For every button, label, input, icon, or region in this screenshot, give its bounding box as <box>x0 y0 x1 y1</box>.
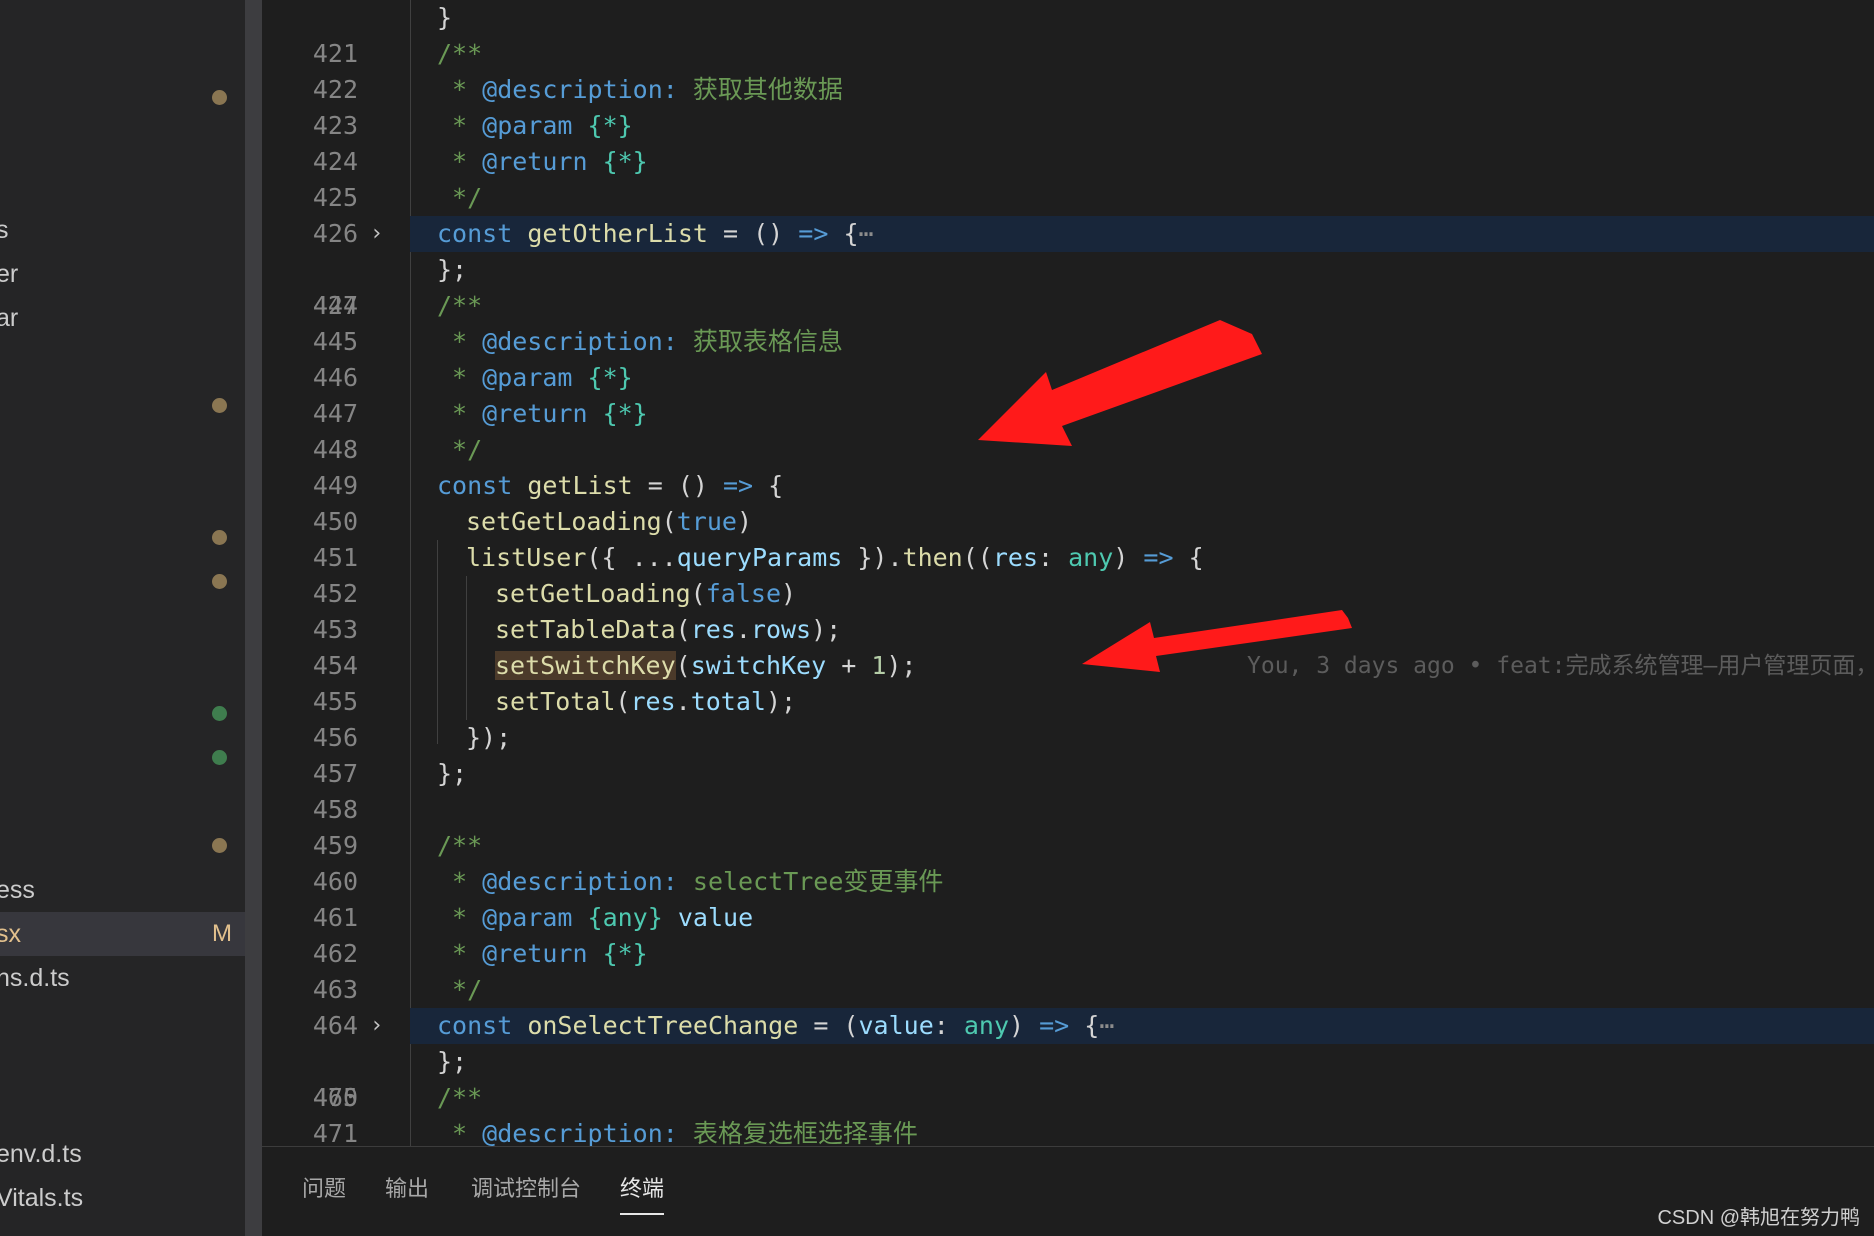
git-status-dot <box>212 90 227 105</box>
explorer-sidebar: s er ar ess sx M ns.d.ts env.d.ts Vitals… <box>0 0 245 1236</box>
explorer-item-selected[interactable]: sx M <box>0 912 245 956</box>
code-line: 462 * @param {any} value <box>312 903 754 968</box>
code-line: 470 }; <box>312 1047 468 1112</box>
code-line: 421 } <box>312 3 453 68</box>
explorer-item[interactable]: er <box>0 252 245 296</box>
code-line-folded: 427 › const getOtherList = () => {⋯ <box>262 216 1874 320</box>
tab-problems[interactable]: 问题 <box>302 1169 346 1209</box>
fold-chevron-icon[interactable]: › <box>370 1008 394 1044</box>
code-line: 444 }; <box>312 255 468 320</box>
explorer-item[interactable]: Vitals.ts <box>0 1176 245 1220</box>
code-line: 458 }; <box>312 759 468 824</box>
git-status-dot <box>212 706 227 721</box>
explorer-item[interactable]: ns.d.ts <box>0 956 245 1000</box>
git-modified-badge: M <box>212 920 232 947</box>
git-status-dot <box>212 530 227 545</box>
explorer-item[interactable]: ess <box>0 868 245 912</box>
code-line: 460 /** <box>312 831 483 896</box>
fold-chevron-icon[interactable]: › <box>370 216 394 252</box>
code-line: 461 * @description: selectTree变更事件 <box>312 867 944 932</box>
vscode-window: s er ar ess sx M ns.d.ts env.d.ts Vitals… <box>0 0 1874 1236</box>
code-line: 471 /** <box>312 1083 483 1146</box>
code-line: 445 /** <box>312 291 483 356</box>
tab-output[interactable]: 输出 <box>385 1169 429 1209</box>
code-line: 463 * @return {*} <box>312 939 648 1004</box>
red-arrow-annotation <box>978 320 1262 446</box>
code-line: 464 */ <box>312 975 483 1040</box>
code-line: 426 */ <box>312 183 483 248</box>
explorer-item[interactable]: ar <box>0 296 245 340</box>
explorer-item[interactable]: env.d.ts <box>0 1132 245 1176</box>
code-line: 423 * @description: 获取其他数据 <box>312 75 843 140</box>
code-line: 422 /** <box>312 39 483 104</box>
code-line: 424 * @param {*} <box>312 111 633 176</box>
git-status-dot <box>212 838 227 853</box>
tab-debug-console[interactable]: 调试控制台 <box>471 1169 581 1209</box>
red-arrow-annotation <box>1082 610 1352 672</box>
tab-terminal[interactable]: 终端 <box>620 1169 665 1215</box>
sidebar-scrollbar[interactable] <box>245 0 262 1236</box>
git-status-dot <box>212 398 227 413</box>
git-status-dot <box>212 574 227 589</box>
watermark: CSDN @韩旭在努力鸭 <box>1657 1207 1860 1229</box>
code-line: 472 * @description: 表格复选框选择事件 <box>437 1119 918 1146</box>
git-status-dot <box>212 750 227 765</box>
code-line-folded: 465 › const onSelectTreeChange = (value:… <box>262 1008 1874 1112</box>
code-line: 459 <box>312 831 358 860</box>
scrollbar-thumb[interactable] <box>245 0 262 1236</box>
explorer-item[interactable]: s <box>0 208 245 252</box>
bottom-panel: 问题 输出 调试控制台 终端 CSDN @韩旭在努力鸭 <box>262 1146 1874 1236</box>
code-editor[interactable]: 421 } 422 /** 423 * @description: 获取其他数据… <box>262 0 1874 1146</box>
code-line: 425 * @return {*} <box>312 147 648 212</box>
